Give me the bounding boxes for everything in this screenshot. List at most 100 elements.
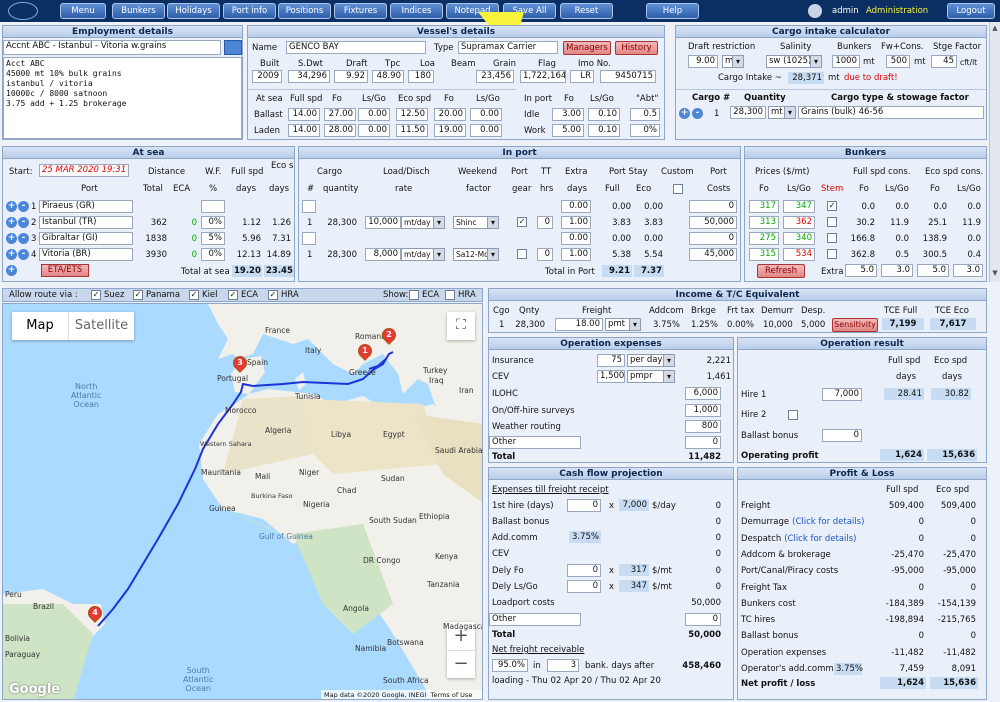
port-field[interactable]: Piraeus (GR) [39, 200, 133, 213]
spec-field[interactable]: 2009 [252, 70, 282, 83]
port-field[interactable]: Istanbul (TR) [39, 216, 133, 229]
stge-field[interactable]: 45 [931, 55, 957, 68]
tt-hrs-field[interactable]: 0 [537, 216, 553, 229]
remove-row-icon[interactable]: - [18, 249, 29, 260]
employment-notes[interactable]: Acct ABC 45000 mt 10% bulk grains istanb… [3, 57, 242, 139]
cargo-unit-select[interactable]: mt [768, 106, 796, 119]
salinity-select[interactable]: sw (1025) [766, 55, 822, 68]
fo-price-field[interactable]: 275 [749, 232, 779, 245]
positions-button[interactable]: Positions [278, 3, 331, 19]
remove-row-icon[interactable]: - [18, 217, 29, 228]
show-eca-checkbox[interactable] [409, 290, 419, 300]
custom-checkbox[interactable] [673, 184, 683, 194]
remove-row-icon[interactable]: - [18, 201, 29, 212]
cf-other-label-field[interactable]: Other [489, 613, 581, 626]
ballast-field[interactable]: 0.00 [470, 108, 502, 121]
extra-fo-eco[interactable]: 5.0 [917, 264, 949, 277]
lsgo-price-field[interactable]: 340 [783, 232, 815, 245]
laden-field[interactable]: 0.00 [470, 124, 502, 137]
extra-lsgo-full[interactable]: 3.0 [881, 264, 913, 277]
scroll-up-icon[interactable]: ▲ [991, 24, 999, 34]
ilohc-field[interactable]: 6,000 [685, 387, 721, 400]
weather-field[interactable]: 800 [685, 420, 721, 433]
wf-field[interactable]: 0% [201, 248, 225, 261]
hire2-checkbox[interactable] [788, 410, 798, 420]
dely-lsgo-qty-field[interactable]: 0 [567, 580, 601, 593]
history-button[interactable]: History [615, 41, 658, 55]
suez-checkbox[interactable]: ✓ [91, 290, 101, 300]
port-field[interactable]: Gibraltar (GI) [39, 232, 133, 245]
add-row-icon[interactable]: + [6, 217, 17, 228]
lsgo-price-field[interactable]: 347 [783, 200, 815, 213]
laden-field[interactable]: 28.00 [324, 124, 356, 137]
hire1-field[interactable]: 7,000 [822, 388, 862, 401]
net-pct-field[interactable]: 95.0% [492, 659, 528, 672]
ballast-field[interactable]: 27.00 [324, 108, 356, 121]
vessel-type-field[interactable]: Supramax Carrier [458, 41, 558, 54]
port-info-button[interactable]: Port info [223, 3, 276, 19]
port-costs-field[interactable]: 0 [689, 232, 737, 245]
port-costs-field[interactable]: 45,000 [689, 248, 737, 261]
holidays-button[interactable]: Holidays [167, 3, 220, 19]
fw-field[interactable]: 500 [886, 55, 910, 68]
extra-days-field[interactable]: 0.00 [561, 232, 591, 245]
extra-lsgo-eco[interactable]: 3.0 [953, 264, 983, 277]
laden-field[interactable]: 19.00 [434, 124, 466, 137]
stem-checkbox[interactable] [827, 217, 837, 227]
eta-ets-button[interactable]: ETA/ETS [41, 264, 89, 277]
net-freight-link[interactable]: Net freight receivable [492, 645, 584, 656]
abt-field[interactable]: 0.5 [630, 108, 660, 121]
gear-checkbox[interactable] [517, 249, 527, 259]
weekend-select[interactable]: Sa12-Mo [453, 248, 499, 261]
rate-unit-select[interactable]: mt/day [401, 216, 445, 229]
net-days-field[interactable]: 3 [547, 659, 579, 672]
map-tab[interactable]: Map [12, 312, 68, 340]
refresh-button[interactable]: Refresh [757, 264, 805, 278]
rate-unit-select[interactable]: mt/day [401, 248, 445, 261]
logout-button[interactable]: Logout [947, 3, 995, 19]
spec-field[interactable]: 48.90 [372, 70, 404, 83]
add-port-icon[interactable]: + [6, 265, 17, 276]
lsgo-price-field[interactable]: 362 [783, 216, 815, 229]
help-button[interactable]: Help [646, 3, 699, 19]
bunkers-field[interactable]: 1000 [832, 55, 860, 68]
work-lsgo-field[interactable]: 0.10 [588, 124, 620, 137]
ballast-bonus-field[interactable]: 0 [822, 429, 862, 442]
draft-unit-select[interactable]: m [722, 55, 744, 68]
ballast-field[interactable]: 14.00 [288, 108, 320, 121]
draft-field[interactable]: 9.00 [688, 55, 718, 68]
stem-checkbox[interactable]: ✓ [827, 201, 837, 211]
spec-field[interactable]: 9450715 [600, 70, 656, 83]
spec-field[interactable]: 180 [408, 70, 434, 83]
zoom-out-icon[interactable]: − [447, 650, 475, 678]
add-row-icon[interactable]: + [6, 249, 17, 260]
wf-field[interactable]: 0% [201, 216, 225, 229]
laden-field[interactable]: 0.00 [358, 124, 390, 137]
scrollbar[interactable]: ▲ ▼ [989, 22, 1000, 282]
port-costs-field[interactable]: 0 [689, 200, 737, 213]
add-row-icon[interactable]: + [6, 201, 17, 212]
other-label-field[interactable]: Other [489, 436, 581, 449]
expenses-link[interactable]: Expenses till freight receipt [492, 485, 609, 496]
port-costs-field[interactable]: 50,000 [689, 216, 737, 229]
route-map[interactable]: Map Satellite ⛶ + − France Romania Italy… [2, 303, 483, 700]
list-icon[interactable] [224, 40, 242, 55]
cev-field[interactable]: 1,500 [597, 370, 625, 383]
pnl-details-link[interactable]: (Click for details) [792, 517, 864, 527]
work-fo-field[interactable]: 5.00 [552, 124, 584, 137]
port-field[interactable]: Vitoria (BR) [39, 248, 133, 261]
ballast-field[interactable]: 12.50 [396, 108, 428, 121]
cev-unit-select[interactable]: pmpr [627, 370, 675, 383]
stem-checkbox[interactable] [827, 249, 837, 259]
rate-field[interactable]: 10,000 [365, 216, 401, 229]
terms-link[interactable]: Terms of Use [431, 691, 473, 699]
freight-unit-select[interactable]: pmt [605, 318, 641, 331]
freight-field[interactable]: 18.00 [555, 318, 603, 331]
fullscreen-icon[interactable]: ⛶ [447, 312, 475, 340]
fo-price-field[interactable]: 313 [749, 216, 779, 229]
lsgo-price-field[interactable]: 534 [783, 248, 815, 261]
reset-button[interactable]: Reset [560, 3, 613, 19]
vessel-name-field[interactable]: GENCO BAY [286, 41, 426, 54]
add-row-icon[interactable]: + [6, 233, 17, 244]
fo-price-field[interactable]: 315 [749, 248, 779, 261]
